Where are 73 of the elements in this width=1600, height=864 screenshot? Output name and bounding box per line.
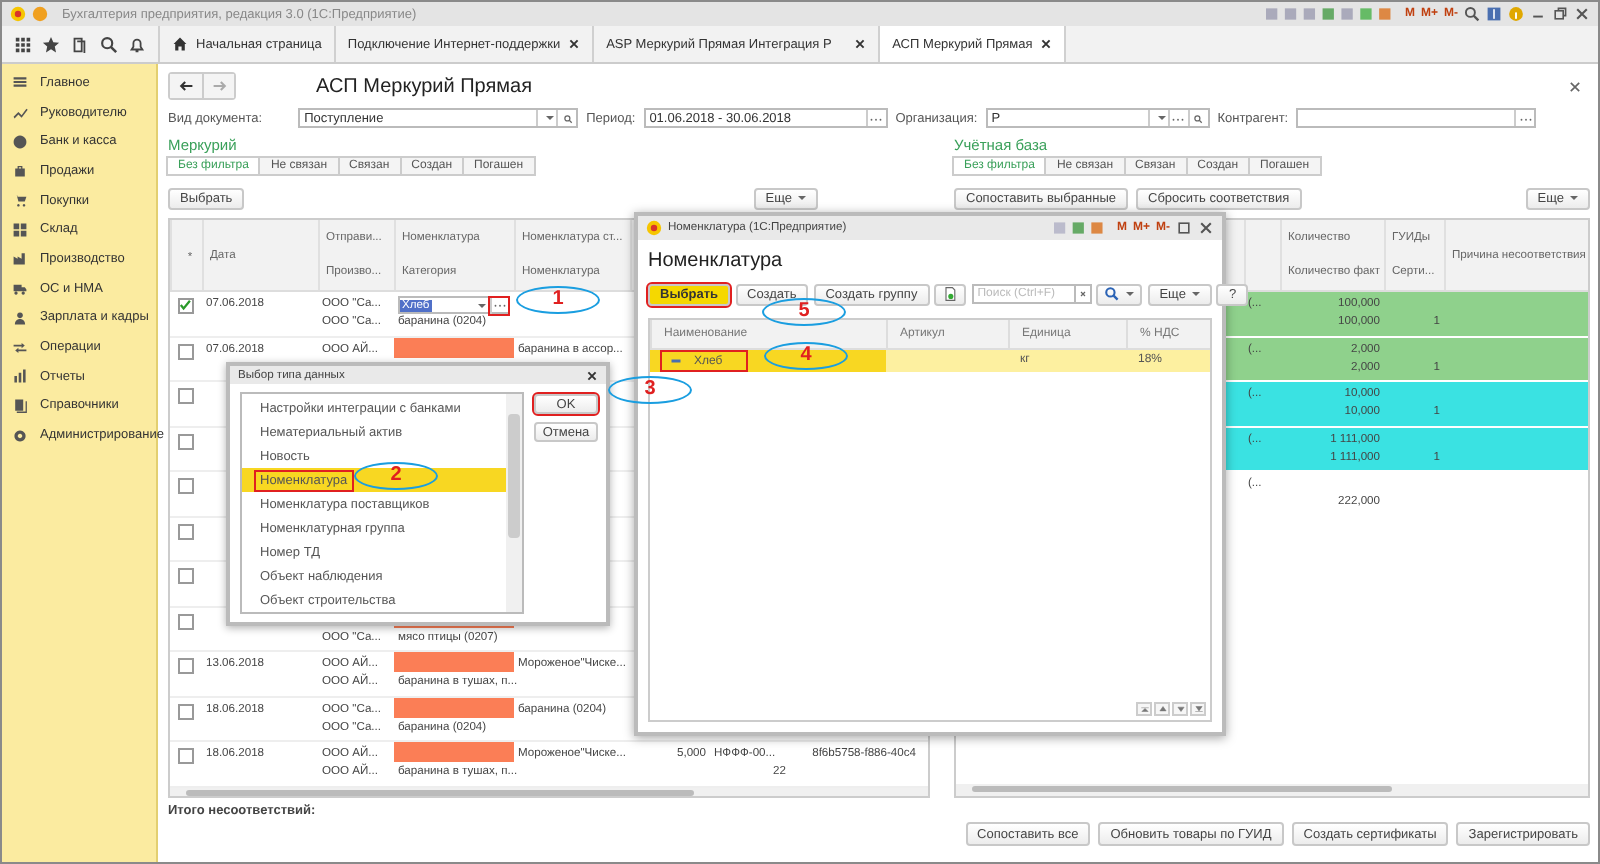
checkbox[interactable] bbox=[178, 298, 194, 314]
truck-icon bbox=[12, 280, 28, 297]
book-icon bbox=[12, 397, 28, 414]
document-button[interactable] bbox=[934, 283, 967, 305]
choose-button[interactable] bbox=[490, 297, 508, 313]
form-title: АСП Меркурий Прямая bbox=[316, 75, 532, 97]
bell-icon[interactable] bbox=[128, 35, 147, 53]
app-logo-icon bbox=[646, 220, 662, 236]
right-arrow-icon bbox=[211, 78, 227, 94]
checkbox[interactable] bbox=[178, 658, 194, 674]
trend-icon bbox=[12, 104, 28, 121]
checkbox[interactable] bbox=[178, 748, 194, 764]
close-icon[interactable] bbox=[586, 369, 598, 381]
search-button[interactable] bbox=[1096, 283, 1143, 305]
checkbox[interactable] bbox=[178, 703, 194, 719]
horizontal-scrollbar[interactable] bbox=[170, 787, 928, 796]
checkbox[interactable] bbox=[178, 433, 194, 449]
document-icon bbox=[942, 286, 959, 302]
grid-icon bbox=[12, 221, 28, 238]
dropdown-button[interactable] bbox=[1147, 110, 1168, 126]
scroll-button[interactable] bbox=[1136, 702, 1152, 716]
item-icon bbox=[670, 358, 682, 364]
close-icon[interactable] bbox=[568, 38, 581, 50]
person-icon bbox=[12, 309, 28, 326]
magnifier-icon bbox=[561, 113, 574, 123]
scroll-button[interactable] bbox=[1190, 702, 1206, 716]
history-icon[interactable] bbox=[70, 35, 89, 53]
close-icon[interactable] bbox=[1574, 6, 1590, 22]
checkbox[interactable] bbox=[178, 568, 194, 584]
back-button[interactable] bbox=[170, 74, 202, 98]
dialog-heading: Номенклатура bbox=[648, 250, 785, 276]
checkbox[interactable] bbox=[178, 523, 194, 539]
input-field[interactable] bbox=[1296, 108, 1537, 128]
callout-number: 2 bbox=[354, 462, 438, 490]
checkbox[interactable] bbox=[178, 613, 194, 629]
star-icon[interactable] bbox=[42, 35, 61, 53]
callout-number: 4 bbox=[764, 342, 848, 370]
arrows-icon bbox=[12, 339, 28, 356]
home-icon bbox=[172, 36, 188, 52]
maximize-icon[interactable] bbox=[1176, 220, 1192, 236]
checkbox[interactable] bbox=[178, 478, 194, 494]
close-icon[interactable] bbox=[854, 38, 867, 50]
app-logo-icon bbox=[10, 6, 26, 22]
panels-icon[interactable] bbox=[1486, 6, 1502, 22]
search-icon[interactable] bbox=[99, 35, 118, 53]
scroll-button[interactable] bbox=[1154, 702, 1170, 716]
callout-number: 1 bbox=[516, 286, 600, 314]
scroll-button[interactable] bbox=[1172, 702, 1188, 716]
clear-icon[interactable] bbox=[1075, 284, 1092, 304]
coin-icon bbox=[12, 133, 28, 150]
left-arrow-icon bbox=[178, 78, 194, 94]
info-icon[interactable] bbox=[1508, 6, 1524, 22]
cart-icon bbox=[12, 192, 28, 209]
search-icon bbox=[1104, 286, 1121, 302]
factory-icon bbox=[12, 250, 28, 267]
callout-number: 5 bbox=[762, 298, 846, 326]
magnifier-icon bbox=[1192, 113, 1205, 123]
close-icon[interactable] bbox=[1040, 38, 1053, 50]
dropdown-button[interactable] bbox=[536, 110, 557, 126]
close-icon[interactable] bbox=[1568, 79, 1582, 93]
checkbox[interactable] bbox=[178, 343, 194, 359]
bar-chart-icon bbox=[12, 368, 28, 385]
vertical-scrollbar[interactable] bbox=[506, 394, 522, 612]
restore-icon[interactable] bbox=[1552, 6, 1568, 22]
apps-grid-icon[interactable] bbox=[13, 35, 32, 53]
bag-icon bbox=[12, 162, 28, 179]
list-icon bbox=[12, 74, 28, 91]
search-icon[interactable] bbox=[1464, 6, 1480, 22]
callout-number: 3 bbox=[608, 376, 692, 404]
checkbox[interactable] bbox=[178, 388, 194, 404]
close-icon[interactable] bbox=[1198, 220, 1214, 236]
horizontal-scrollbar[interactable] bbox=[956, 784, 1588, 796]
gear-icon bbox=[12, 427, 28, 444]
